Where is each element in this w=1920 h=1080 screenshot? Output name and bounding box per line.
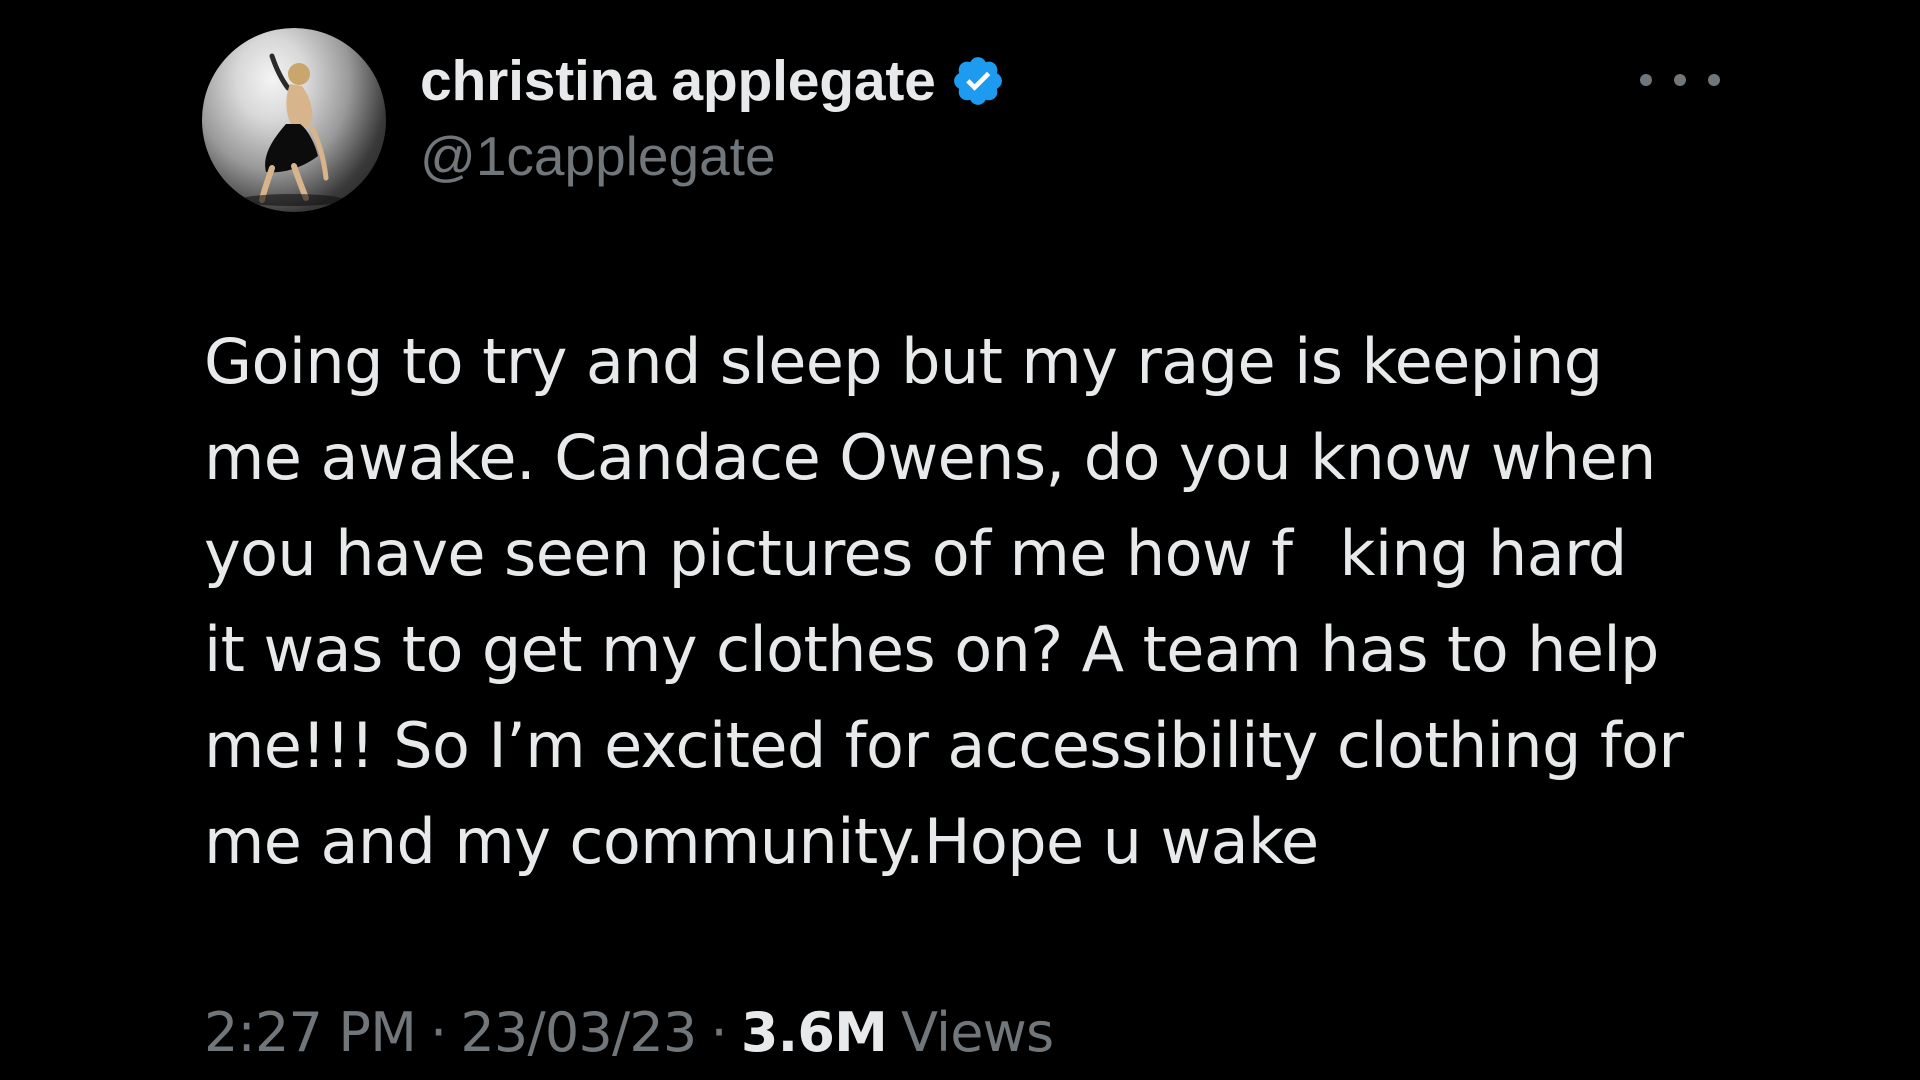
tweet-meta: 2:27 PM · 23/03/23 · 3.6M Views	[204, 996, 1054, 1068]
tweet-card: christina applegate @1capplegate Going t…	[0, 0, 1920, 1080]
meta-separator: ·	[710, 1000, 728, 1064]
avatar[interactable]	[202, 28, 386, 212]
display-name[interactable]: christina applegate	[420, 48, 936, 114]
tweet-text: Going to try and sleep but my rage is ke…	[204, 325, 1684, 878]
tweet-date[interactable]: 23/03/23	[460, 1001, 697, 1064]
more-dot	[1640, 74, 1652, 86]
views-label: Views	[901, 1000, 1054, 1064]
tweet-time[interactable]: 2:27 PM	[204, 1001, 417, 1064]
verified-badge-icon[interactable]	[950, 53, 1006, 109]
user-handle[interactable]: @1capplegate	[420, 124, 776, 188]
meta-separator: ·	[429, 1000, 447, 1064]
views-count: 3.6M	[740, 1000, 888, 1064]
more-options-icon[interactable]	[1640, 60, 1720, 100]
more-dot	[1708, 74, 1720, 86]
name-row: christina applegate	[420, 46, 1006, 116]
avatar-photo-icon	[240, 53, 344, 206]
more-dot	[1674, 74, 1686, 86]
